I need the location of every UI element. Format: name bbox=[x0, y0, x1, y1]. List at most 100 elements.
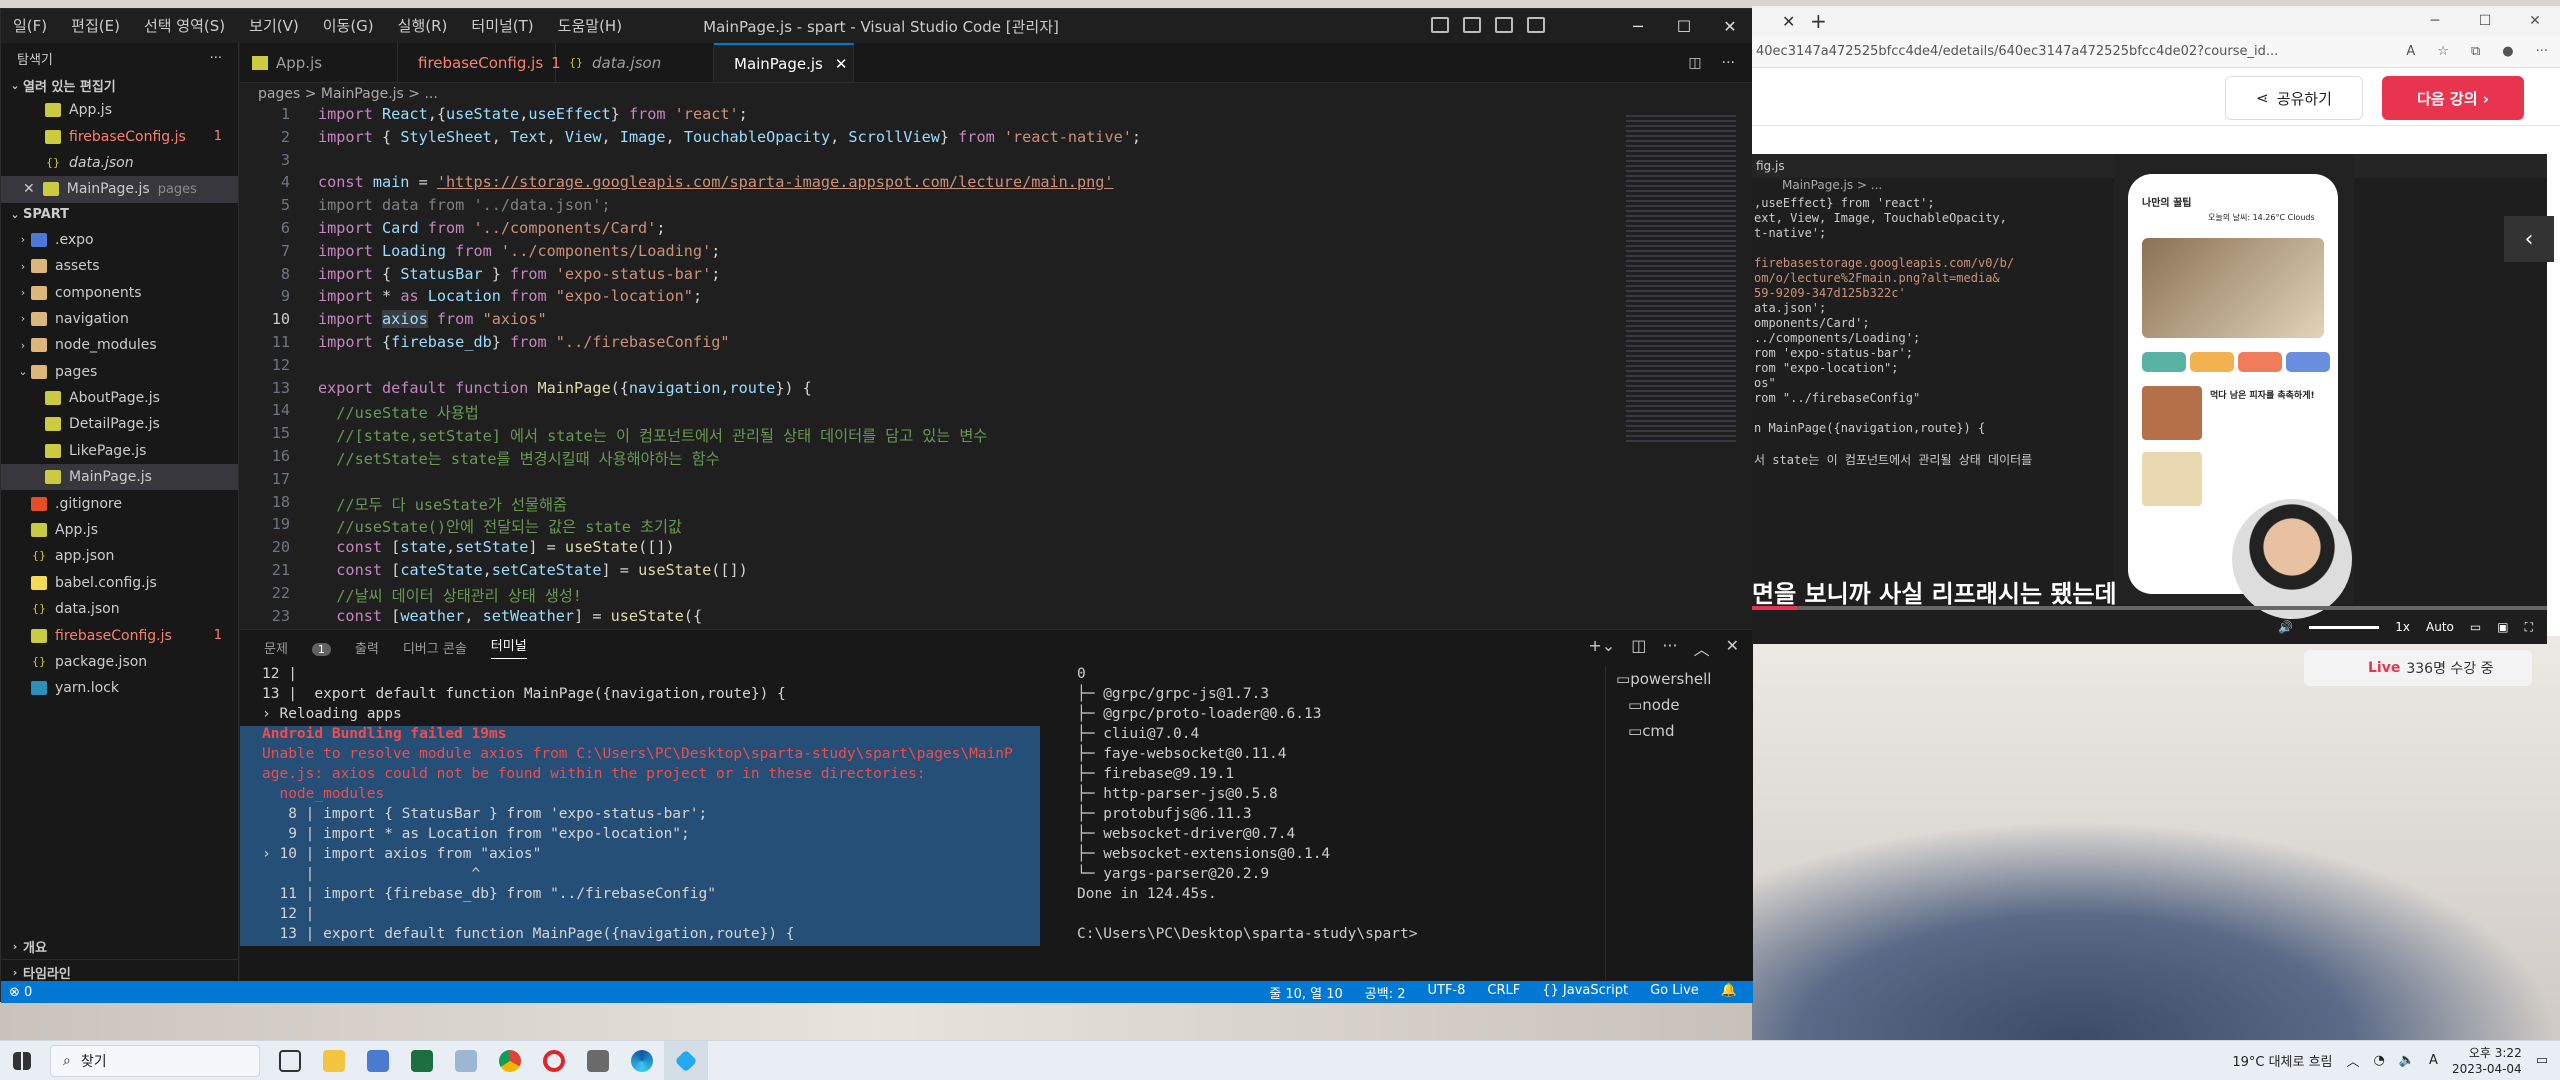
folder-item[interactable]: › assets bbox=[1, 253, 238, 279]
file-item[interactable]: DetailPage.js bbox=[1, 411, 238, 437]
close-icon[interactable]: ✕ bbox=[1707, 9, 1753, 43]
notifications-icon[interactable]: 🔔 bbox=[1721, 983, 1737, 1002]
outline-section[interactable]: › 개요 bbox=[1, 933, 239, 959]
file-item[interactable]: LikePage.js bbox=[1, 438, 238, 464]
video-progress[interactable] bbox=[1752, 606, 2547, 610]
tab-data-json[interactable]: {} data.json bbox=[556, 43, 714, 82]
more-actions-icon[interactable]: ··· bbox=[210, 51, 222, 66]
chrome-icon[interactable] bbox=[488, 1041, 532, 1080]
menu-item[interactable]: 실행(R) bbox=[386, 9, 460, 43]
app-icon[interactable] bbox=[356, 1041, 400, 1080]
url-text[interactable]: 40ec3147a472525bfcc4de4/edetails/640ec31… bbox=[1756, 44, 2278, 59]
ime-icon[interactable]: A bbox=[2429, 1053, 2438, 1068]
layout-controls[interactable] bbox=[1431, 17, 1545, 33]
close-panel-icon[interactable]: ✕ bbox=[1726, 636, 1739, 660]
volume-icon[interactable]: 🔊 bbox=[2278, 620, 2293, 634]
open-editor-item[interactable]: App.js bbox=[1, 97, 238, 123]
menu-item[interactable]: 보기(V) bbox=[237, 9, 311, 43]
app-icon[interactable] bbox=[444, 1041, 488, 1080]
close-icon[interactable]: ✕ bbox=[2510, 6, 2560, 36]
panel-tab-3[interactable]: 터미널 bbox=[490, 635, 527, 659]
edge-icon[interactable] bbox=[620, 1041, 664, 1080]
notification-icon[interactable]: ▭ bbox=[2536, 1053, 2548, 1068]
menu-item[interactable]: 선택 영역(S) bbox=[132, 9, 237, 43]
split-editor-icon[interactable]: ◫ bbox=[1688, 55, 1701, 71]
tab-app-js[interactable]: App.js bbox=[240, 43, 398, 82]
file-item[interactable]: firebaseConfig.js 1 bbox=[1, 622, 238, 648]
opera-icon[interactable] bbox=[532, 1041, 576, 1080]
fullscreen-icon[interactable]: ⛶ bbox=[2525, 620, 2533, 635]
toggle-secondary-sidebar-icon[interactable] bbox=[1495, 17, 1513, 33]
tab-firebaseconfig-js[interactable]: firebaseConfig.js 1 bbox=[398, 43, 561, 82]
open-editors-header[interactable]: ⌄ 열려 있는 편집기 bbox=[1, 73, 238, 97]
split-terminal-icon[interactable]: ◫ bbox=[1631, 636, 1646, 660]
project-header[interactable]: ⌄ SPART bbox=[1, 203, 238, 227]
profile-icon[interactable]: ● bbox=[2502, 44, 2513, 59]
calculator-icon[interactable] bbox=[576, 1041, 620, 1080]
pip-icon[interactable]: ▣ bbox=[2497, 620, 2508, 634]
maximize-icon[interactable]: ☐ bbox=[1661, 9, 1707, 43]
menu-item[interactable]: 편집(E) bbox=[59, 9, 132, 43]
next-lecture-button[interactable]: 다음 강의 › bbox=[2382, 76, 2524, 120]
toggle-sidebar-icon[interactable] bbox=[1431, 17, 1449, 33]
share-button[interactable]: ⋖ 공유하기 bbox=[2225, 76, 2363, 120]
speed-button[interactable]: 1x bbox=[2395, 620, 2410, 634]
new-terminal-icon[interactable]: +⌄ bbox=[1588, 636, 1615, 660]
video-player[interactable]: fig.js MainPage.js > ... ,useEffect} fro… bbox=[1752, 154, 2547, 644]
menu-item[interactable]: 일(F) bbox=[1, 9, 59, 43]
excel-icon[interactable] bbox=[400, 1041, 444, 1080]
indent-status[interactable]: 공백: 2 bbox=[1365, 983, 1406, 1002]
file-item[interactable]: babel.config.js bbox=[1, 570, 238, 596]
maximize-panel-icon[interactable]: ︿ bbox=[1694, 636, 1710, 660]
taskbar-search[interactable]: ⌕ 찾기 bbox=[50, 1044, 260, 1077]
maximize-icon[interactable]: ☐ bbox=[2460, 6, 2510, 36]
panel-tab-1[interactable]: 출력 bbox=[355, 638, 379, 657]
file-item[interactable]: {} package.json bbox=[1, 649, 238, 675]
volume-slider[interactable] bbox=[2309, 625, 2380, 629]
menu-item[interactable]: 도움말(H) bbox=[546, 9, 634, 43]
file-item[interactable]: {} data.json bbox=[1, 596, 238, 622]
minimap[interactable] bbox=[1626, 115, 1736, 445]
clock[interactable]: 오후 3:22 2023-04-04 bbox=[2452, 1045, 2522, 1077]
open-editor-item[interactable]: {} data.json bbox=[1, 150, 238, 176]
more-actions-icon[interactable]: ··· bbox=[1722, 55, 1735, 71]
file-item[interactable]: AboutPage.js bbox=[1, 385, 238, 411]
problems-status[interactable]: ⊗ 0 bbox=[1, 985, 32, 1000]
tray-chevron-icon[interactable]: ︿ bbox=[2347, 1051, 2360, 1070]
network-icon[interactable]: ◔ bbox=[2374, 1053, 2385, 1068]
toggle-panel-icon[interactable] bbox=[1463, 17, 1481, 33]
terminal-output-right[interactable]: 0 ├─ @grpc/grpc-js@1.7.3 ├─ @grpc/proto-lo… bbox=[1065, 666, 1625, 980]
quality-button[interactable]: Auto bbox=[2426, 620, 2454, 634]
go-live-button[interactable]: Go Live bbox=[1650, 983, 1699, 1002]
terminal-instance[interactable]: ▭ node bbox=[1606, 692, 1753, 718]
breadcrumb[interactable]: pages > MainPage.js > ... bbox=[240, 83, 1753, 105]
start-button[interactable] bbox=[0, 1041, 44, 1080]
folder-item[interactable]: › components bbox=[1, 279, 238, 305]
file-item[interactable]: App.js bbox=[1, 517, 238, 543]
new-tab-icon[interactable]: + bbox=[1810, 9, 1827, 33]
file-item[interactable]: {} app.json bbox=[1, 543, 238, 569]
terminal-output-left[interactable]: 12 | 13 | export default function MainPag… bbox=[240, 666, 1040, 980]
folder-item[interactable]: › navigation bbox=[1, 306, 238, 332]
folder-item[interactable]: ⌄ pages bbox=[1, 359, 238, 385]
folder-item[interactable]: › .expo bbox=[1, 227, 238, 253]
weather-widget[interactable]: 19°C 대체로 흐림 bbox=[2232, 1051, 2332, 1070]
close-tab-icon[interactable]: ✕ bbox=[835, 55, 848, 73]
minimize-icon[interactable]: ─ bbox=[2410, 6, 2460, 36]
language-mode[interactable]: {} JavaScript bbox=[1542, 983, 1628, 1002]
panel-tab-0[interactable]: 문제 1 bbox=[264, 638, 331, 657]
task-view-icon[interactable] bbox=[268, 1041, 312, 1080]
favorite-icon[interactable]: ☆ bbox=[2437, 44, 2449, 59]
file-item[interactable]: .gitignore bbox=[1, 490, 238, 516]
menu-icon[interactable]: ··· bbox=[2536, 44, 2548, 59]
open-editor-item[interactable]: ✕ MainPage.js pages bbox=[1, 176, 238, 203]
menu-item[interactable]: 터미널(T) bbox=[459, 9, 545, 43]
file-explorer-icon[interactable] bbox=[312, 1041, 356, 1080]
close-icon[interactable]: ✕ bbox=[23, 181, 35, 197]
file-item[interactable]: MainPage.js bbox=[1, 464, 238, 491]
vscode-icon[interactable] bbox=[664, 1040, 708, 1080]
minimize-icon[interactable]: ─ bbox=[1615, 9, 1661, 43]
folder-item[interactable]: › node_modules bbox=[1, 332, 238, 358]
customize-layout-icon[interactable] bbox=[1527, 17, 1545, 33]
file-item[interactable]: yarn.lock bbox=[1, 675, 238, 701]
